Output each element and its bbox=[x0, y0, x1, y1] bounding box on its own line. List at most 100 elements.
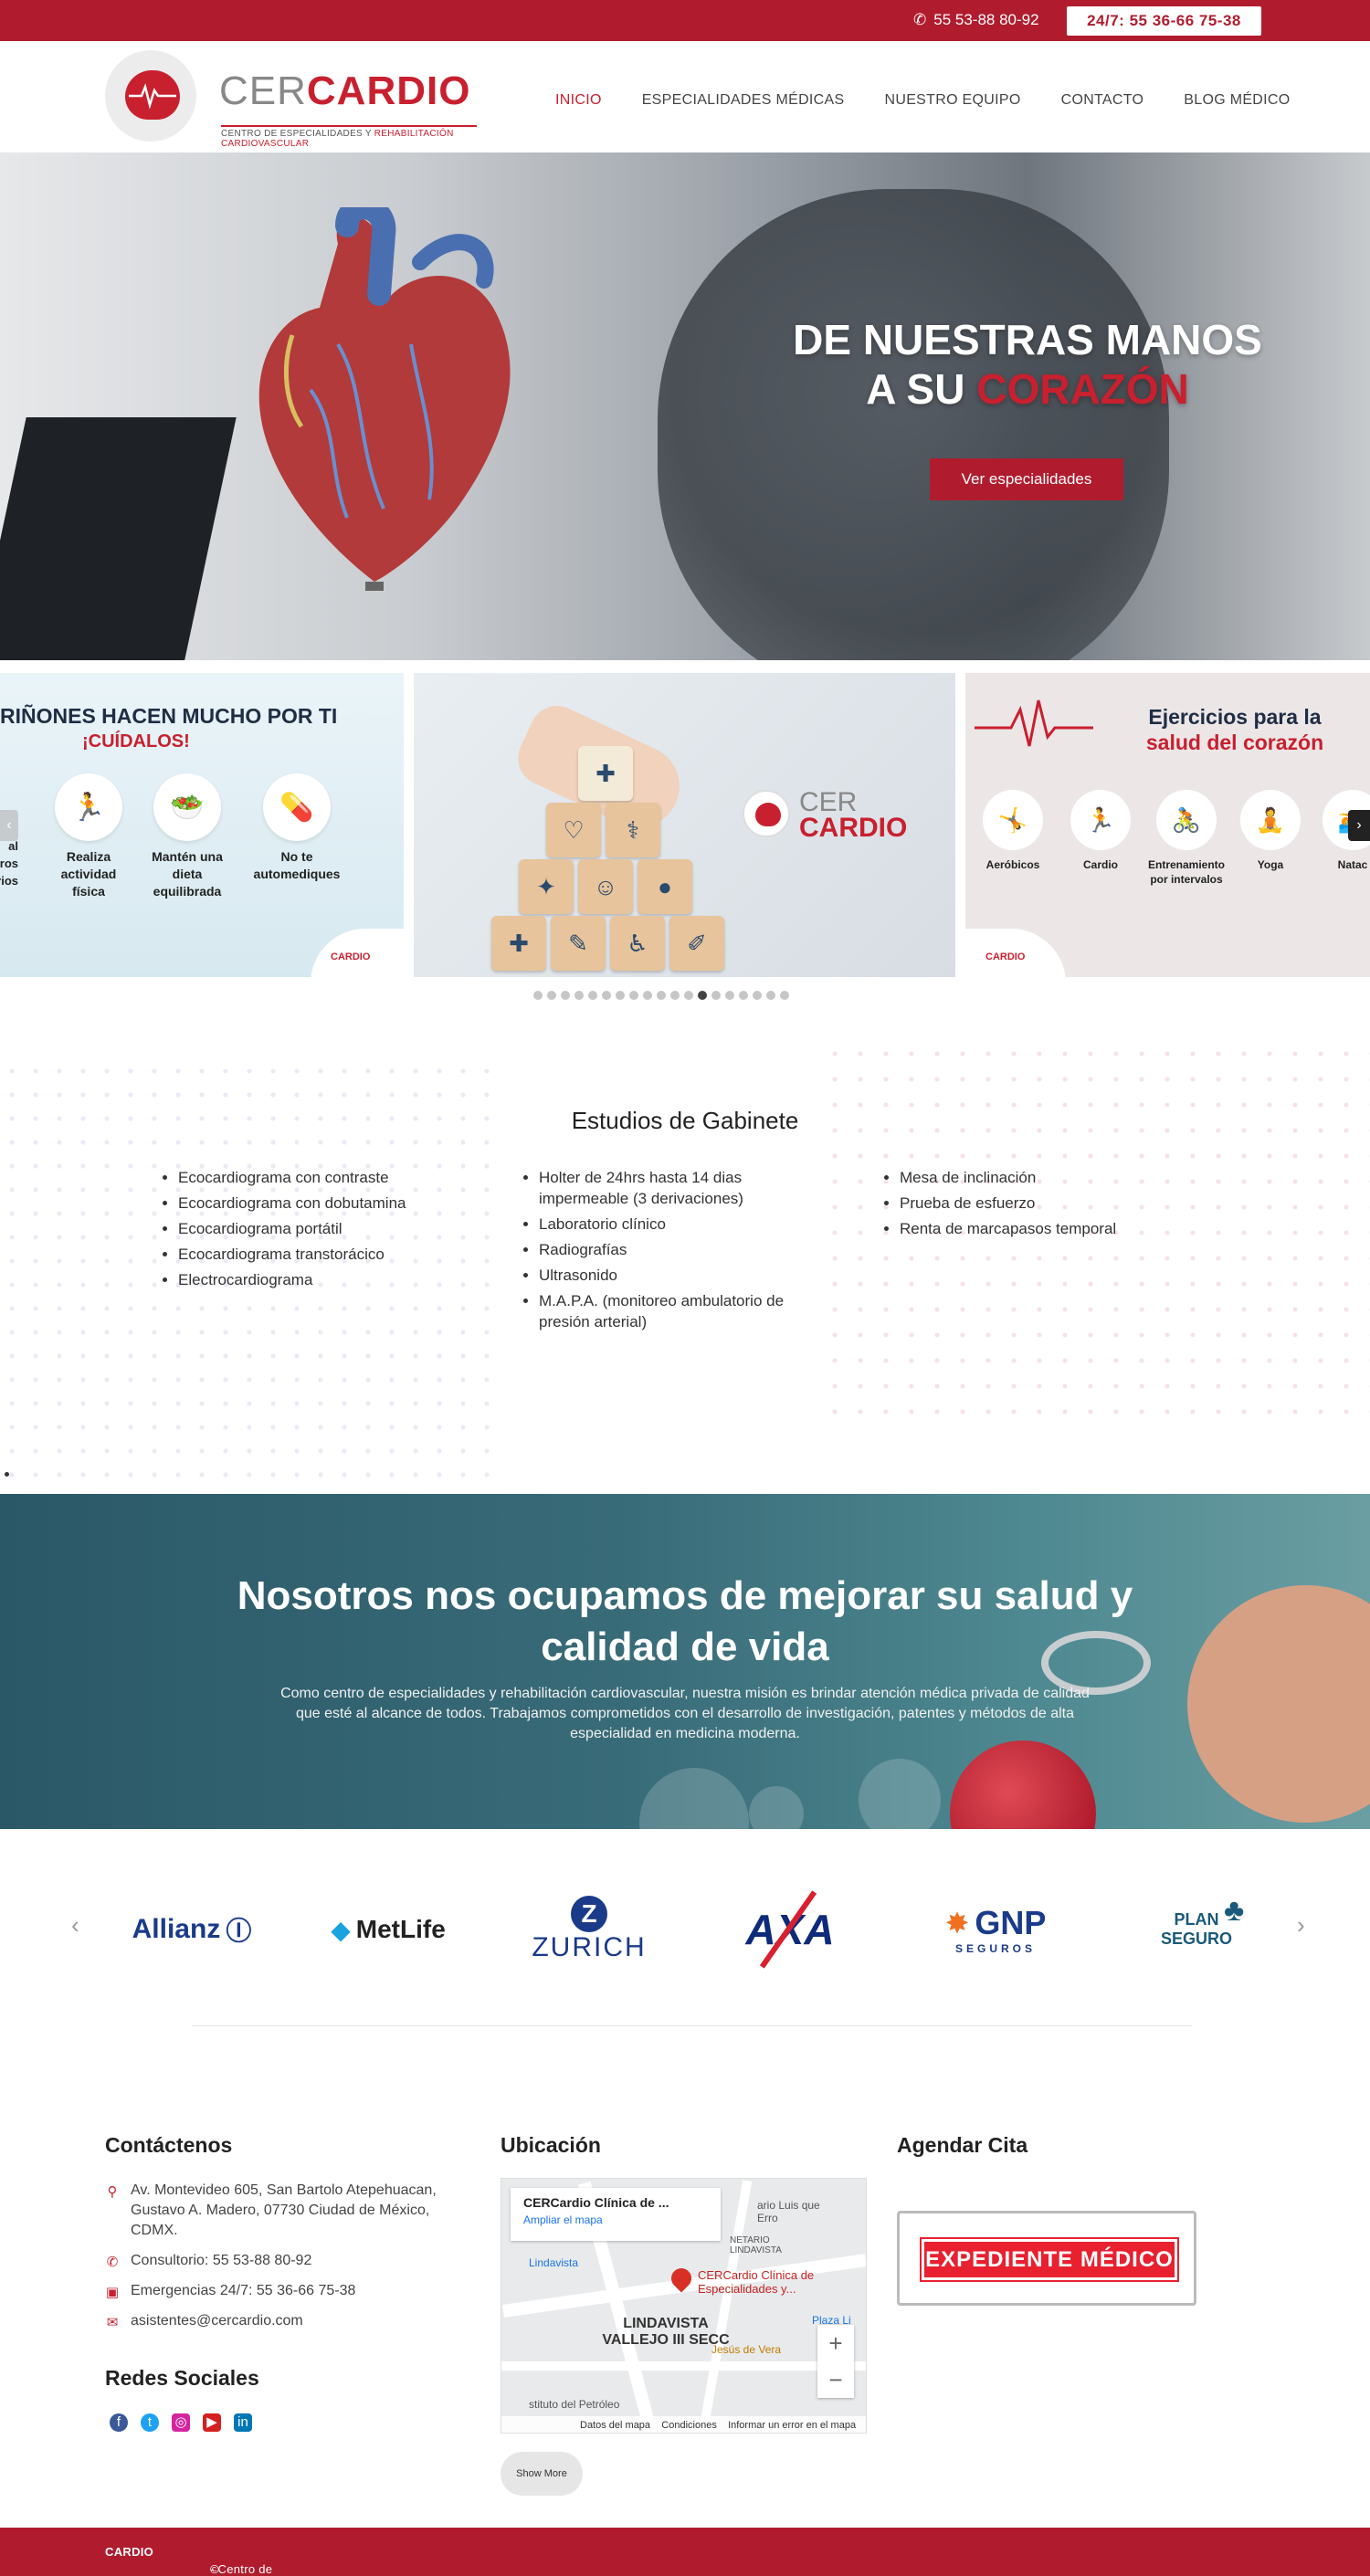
pill-icon: 💊 bbox=[263, 773, 331, 841]
slide-item-cut: al ros rios bbox=[0, 839, 18, 888]
slide-item-label: No te automediques bbox=[253, 849, 341, 881]
axa-logo[interactable]: AXA bbox=[740, 1884, 840, 1975]
contact-email-text[interactable]: asistentes@cercardio.com bbox=[131, 2313, 303, 2329]
expediente-medico-label[interactable]: EXPEDIENTE MÉDICO bbox=[920, 2237, 1179, 2282]
nav-equipo[interactable]: NUESTRO EQUIPO bbox=[884, 92, 1020, 109]
logo-name: CERCARDIO bbox=[219, 68, 470, 114]
phone-icon: ✆ bbox=[913, 11, 927, 28]
heart-icon bbox=[125, 70, 180, 120]
contact-emergencias[interactable]: ▣ Emergencias 24/7: 55 36-66 75-38 bbox=[105, 2281, 480, 2301]
map-road bbox=[501, 2361, 866, 2371]
instagram-icon[interactable]: ◎ bbox=[172, 2413, 190, 2432]
logo-name-cer: CER bbox=[219, 68, 307, 113]
map-data-link[interactable]: Datos del mapa bbox=[580, 2420, 650, 2431]
allianz-logo[interactable]: Allianz Ⓘ bbox=[128, 1884, 256, 1975]
slide-title: Ejercicios para la salud del corazón bbox=[1112, 704, 1358, 755]
carousel-dot[interactable] bbox=[588, 991, 597, 1000]
slide-item-diet: 🥗 Mantén una dieta equilibrada bbox=[142, 773, 233, 900]
linkedin-icon[interactable]: in bbox=[234, 2413, 252, 2432]
embedded-map[interactable]: CERCardio Clínica de ... Ampliar el mapa… bbox=[501, 2178, 867, 2434]
carousel-dot[interactable] bbox=[725, 991, 734, 1000]
carousel-dot[interactable] bbox=[753, 991, 762, 1000]
map-conditions-link[interactable]: Condiciones bbox=[661, 2420, 717, 2431]
metlife-logo[interactable]: ◆ MetLife bbox=[320, 1884, 457, 1975]
contact-email[interactable]: ✉ asistentes@cercardio.com bbox=[105, 2311, 480, 2331]
top-phone-number[interactable]: 55 53-88 80-92 bbox=[933, 11, 1038, 29]
estudios-column-2: Holter de 24hrs hasta 14 dias impermeabl… bbox=[539, 1167, 822, 1337]
zurich-logo[interactable]: Z ZURICH bbox=[530, 1884, 648, 1975]
slide-brand-corner: CARDIO bbox=[965, 929, 1066, 977]
insurers-carousel: ‹ AllianzⒾ ◆MetLife ZZURICH AXA ✸GNPSEGU… bbox=[0, 1829, 1370, 2039]
map-label: Lindavista bbox=[529, 2256, 579, 2269]
carousel-dot[interactable] bbox=[670, 991, 680, 1000]
nav-contacto[interactable]: CONTACTO bbox=[1061, 92, 1144, 109]
chevron-right-icon[interactable]: › bbox=[1297, 1911, 1305, 1940]
logo[interactable]: CERCARDIO CENTRO DE ESPECIALIDADES Y REH… bbox=[105, 50, 480, 149]
hero-heading-highlight: CORAZÓN bbox=[976, 365, 1189, 413]
carousel-dot[interactable] bbox=[547, 991, 556, 1000]
top-phone[interactable]: ✆ 55 53-88 80-92 bbox=[913, 11, 1039, 29]
contact-consultorio[interactable]: ✆ Consultorio: 55 53-88 80-92 bbox=[105, 2251, 480, 2271]
carousel-slide-exercise[interactable]: Ejercicios para la salud del corazón 🤸 Aer… bbox=[965, 673, 1370, 977]
carousel-dot[interactable] bbox=[602, 991, 611, 1000]
carousel-prev-button[interactable]: ‹ bbox=[0, 810, 18, 841]
carousel-dot[interactable] bbox=[533, 991, 543, 1000]
syringe-block-icon: ✎ bbox=[551, 916, 606, 971]
map-pin-label: CERCardio Clínica de Especialidades y... bbox=[698, 2268, 815, 2296]
carousel-dot[interactable] bbox=[780, 991, 789, 1000]
carousel-dot[interactable] bbox=[561, 991, 570, 1000]
slide-brand: CARDIO bbox=[331, 952, 371, 962]
carousel-dot[interactable] bbox=[643, 991, 652, 1000]
carousel-dot[interactable] bbox=[629, 991, 638, 1000]
map-enlarge-link[interactable]: Ampliar el mapa bbox=[523, 2213, 708, 2226]
ver-especialidades-button[interactable]: Ver especialidades bbox=[930, 458, 1123, 500]
twitter-icon[interactable]: t bbox=[141, 2413, 159, 2432]
carousel-dot[interactable] bbox=[574, 991, 584, 1000]
estudio-item: Mesa de inclinación bbox=[900, 1167, 1174, 1188]
youtube-icon[interactable]: ▶ bbox=[203, 2413, 221, 2432]
stethoscope-block-icon: ⚕ bbox=[606, 803, 660, 857]
chevron-left-icon[interactable]: ‹ bbox=[71, 1911, 79, 1940]
map-report-link[interactable]: Informar un error en el mapa bbox=[728, 2420, 856, 2431]
expediente-medico-button[interactable]: EXPEDIENTE MÉDICO bbox=[897, 2211, 1196, 2306]
carousel-dot[interactable] bbox=[739, 991, 748, 1000]
carousel-dot[interactable] bbox=[698, 991, 707, 1000]
carousel-next-button[interactable]: › bbox=[1348, 810, 1370, 841]
nav-inicio[interactable]: INICIO bbox=[555, 92, 602, 109]
plan-seguro-logo[interactable]: ♣ PLAN SEGURO bbox=[1133, 1884, 1260, 1975]
estudio-item: Ecocardiograma con dobutamina bbox=[178, 1193, 452, 1214]
slide-brand: CARDIO bbox=[985, 952, 1026, 962]
zoom-out-icon[interactable]: − bbox=[817, 2361, 854, 2398]
contact-emergencias-text[interactable]: Emergencias 24/7: 55 36-66 75-38 bbox=[131, 2283, 355, 2298]
carousel-dot[interactable] bbox=[657, 991, 666, 1000]
carousel-dot[interactable] bbox=[616, 991, 625, 1000]
carousel-dot[interactable] bbox=[711, 991, 721, 1000]
nav-especialidades[interactable]: ESPECIALIDADES MÉDICAS bbox=[642, 92, 845, 109]
section-dot bbox=[5, 1472, 9, 1477]
carousel-dot[interactable] bbox=[766, 991, 775, 1000]
gnp-logo[interactable]: ✸ GNP SEGUROS bbox=[927, 1884, 1064, 1975]
aerobics-icon: 🤸 bbox=[983, 790, 1043, 850]
show-more-button[interactable]: Show More bbox=[501, 2452, 583, 2496]
carousel-dot[interactable] bbox=[684, 991, 693, 1000]
estudio-item: Laboratorio clínico bbox=[539, 1214, 822, 1235]
contact-consultorio-text[interactable]: Consultorio: 55 53-88 80-92 bbox=[131, 2253, 311, 2268]
emergency-badge[interactable]: 24/7: 55 36-66 75-38 bbox=[1067, 6, 1261, 36]
carousel-slide-kidneys[interactable]: RIÑONES HACEN MUCHO POR TI ¡CUÍDALOS! al… bbox=[0, 673, 404, 977]
estudio-item: Ecocardiograma portátil bbox=[178, 1218, 452, 1239]
facebook-icon[interactable]: f bbox=[110, 2413, 128, 2432]
copyright-text: © 2025 CERCARDIO - Centro de Especialida… bbox=[105, 2545, 272, 2576]
contact-address-text: Av. Montevideo 605, San Bartolo Atepehua… bbox=[131, 2182, 437, 2238]
nav-blog[interactable]: BLOG MÉDICO bbox=[1184, 92, 1290, 109]
slide-item-label: Mantén una dieta equilibrada bbox=[152, 849, 223, 899]
yoga-icon: 🧘 bbox=[1240, 790, 1301, 850]
carousel-slide-blocks[interactable]: ✚ ♡ ⚕ ✦ ☺ ● ✚ ✎ ♿ ✐ CER CARDIO bbox=[414, 673, 955, 977]
gnp-star-icon: ✸ bbox=[944, 1907, 970, 1940]
social-title: Redes Sociales bbox=[105, 2366, 259, 2390]
health-tips-carousel: RIÑONES HACEN MUCHO POR TI ¡CUÍDALOS! al… bbox=[0, 673, 1370, 977]
hero-doctor-image bbox=[658, 189, 1169, 660]
food-icon: 🥗 bbox=[153, 773, 221, 841]
map-zoom-controls[interactable]: + − bbox=[817, 2325, 854, 2398]
kit-block-icon: ✚ bbox=[491, 916, 546, 971]
zoom-in-icon[interactable]: + bbox=[817, 2325, 854, 2361]
